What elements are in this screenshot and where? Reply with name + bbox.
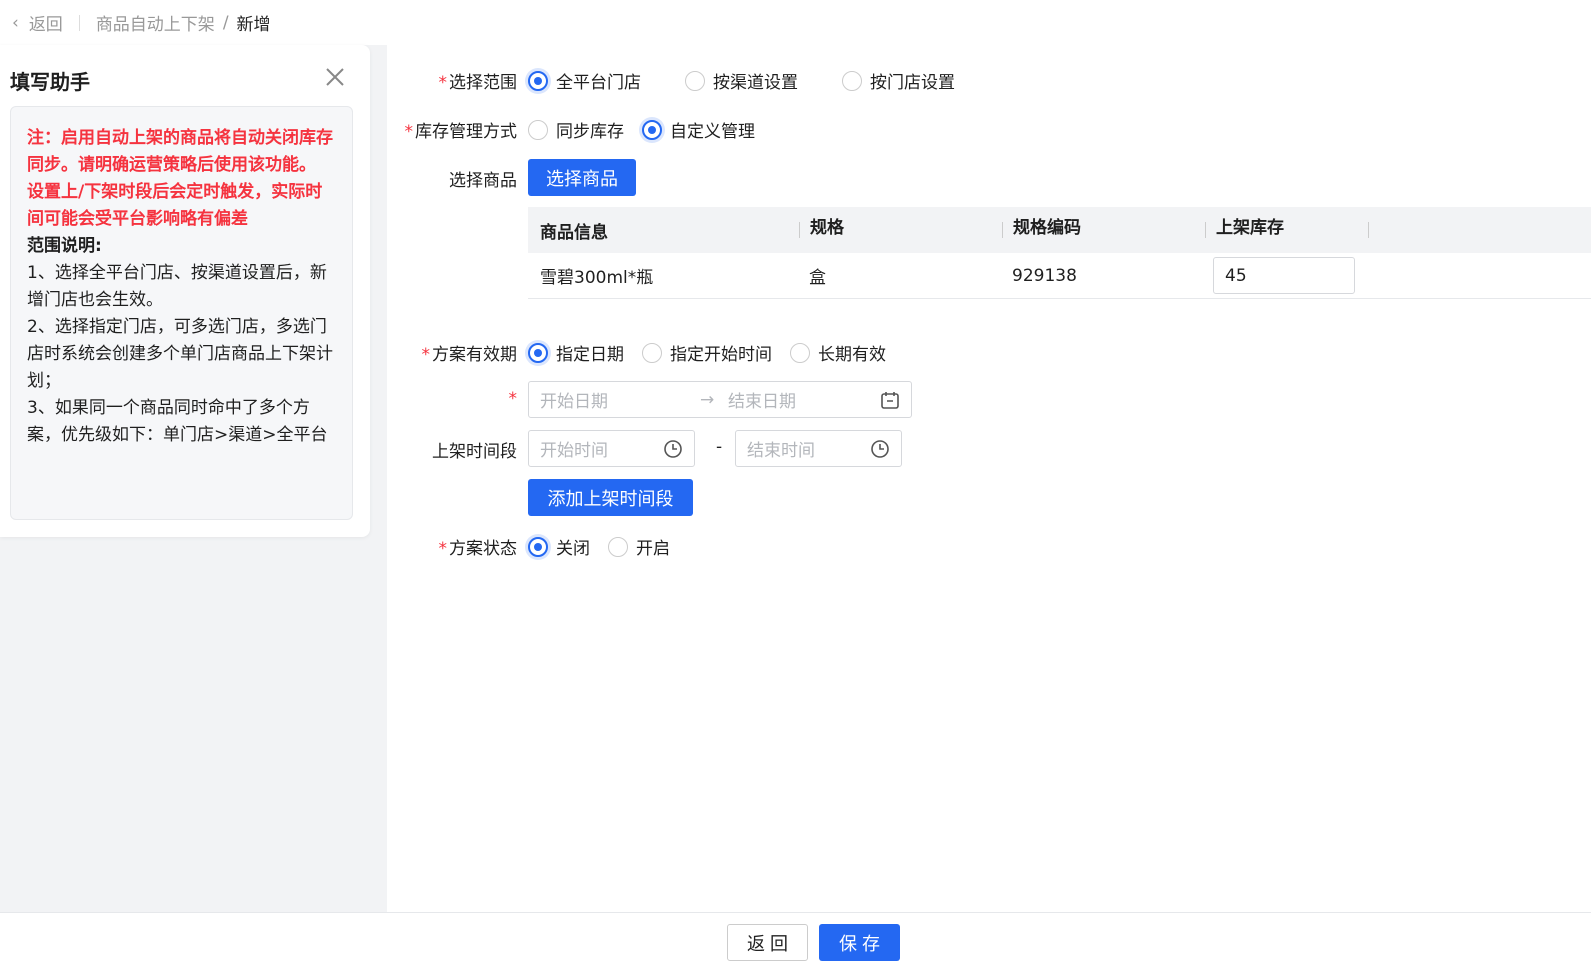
goods-label: 选择商品 <box>449 171 517 191</box>
stock-label: * 库存管理方式 <box>404 122 518 142</box>
back-link[interactable]: ‹ 返回 <box>12 10 63 36</box>
radio-start-time[interactable]: 指定开始时间 <box>642 340 772 365</box>
scope-item: 1、选择全平台门店、按渠道设置后，新增门店也会生效。 <box>27 263 327 310</box>
start-date-placeholder: 开始日期 <box>540 392 608 412</box>
clock-icon <box>871 439 889 458</box>
stock-radio-group: 同步库存 自定义管理 <box>528 117 781 142</box>
breadcrumb-separator: / <box>222 12 229 33</box>
date-range-picker[interactable]: 开始日期 → 结束日期 <box>528 381 912 418</box>
breadcrumb-parent[interactable]: 商品自动上下架 <box>96 10 215 35</box>
column-header: 规格编码 <box>1002 220 1205 238</box>
divider <box>78 14 80 31</box>
status-label: * 方案状态 <box>438 539 518 559</box>
radio-long-term[interactable]: 长期有效 <box>790 340 886 365</box>
column-header: 商品信息 <box>540 222 608 243</box>
end-time-placeholder: 结束时间 <box>747 441 815 461</box>
back-button[interactable]: 返 回 <box>727 924 808 961</box>
radio-status-off[interactable]: 关闭 <box>528 534 590 559</box>
select-goods-button[interactable]: 选择商品 <box>528 159 636 196</box>
table-row: 雪碧300ml*瓶 盒 929138 45 <box>528 253 1591 299</box>
column-header: 上架库存 <box>1205 220 1368 238</box>
table-header: 商品信息 规格 规格编码 上架库存 <box>528 207 1591 253</box>
end-time-picker[interactable]: 结束时间 <box>735 430 902 467</box>
radio-by-store[interactable]: 按门店设置 <box>842 68 955 93</box>
time-dash: - <box>716 437 723 457</box>
validity-radio-group: 指定日期 指定开始时间 长期有效 <box>528 340 912 365</box>
start-time-placeholder: 开始时间 <box>540 441 608 461</box>
scope-label: * 选择范围 <box>438 73 518 93</box>
cell-code: 929138 <box>1012 265 1077 286</box>
column-divider <box>1368 222 1369 238</box>
status-radio-group: 关闭 开启 <box>528 534 696 559</box>
scope-radio-group: 全平台门店 按渠道设置 按门店设置 <box>528 68 981 93</box>
validity-label: * 方案有效期 <box>421 345 518 365</box>
breadcrumb-current: 新增 <box>236 15 271 35</box>
clock-icon <box>664 439 682 458</box>
cell-spec: 盒 <box>809 268 826 288</box>
breadcrumb: ‹ 返回 商品自动上下架 / 新增 <box>0 0 1591 45</box>
radio-custom-stock[interactable]: 自定义管理 <box>642 117 755 142</box>
chevron-left-icon: ‹ <box>12 12 19 33</box>
end-date-placeholder: 结束日期 <box>728 392 796 412</box>
save-button[interactable]: 保 存 <box>819 924 900 961</box>
calendar-icon <box>881 391 899 409</box>
start-time-picker[interactable]: 开始时间 <box>528 430 695 467</box>
radio-all-stores[interactable]: 全平台门店 <box>528 68 641 93</box>
period-label: 上架时间段 <box>432 442 517 462</box>
radio-by-channel[interactable]: 按渠道设置 <box>685 68 798 93</box>
stock-input[interactable]: 45 <box>1213 257 1355 294</box>
required-mark: * <box>508 389 518 409</box>
cell-name: 雪碧300ml*瓶 <box>540 268 654 288</box>
column-header: 规格 <box>799 220 1002 238</box>
goods-table: 商品信息 规格 规格编码 上架库存 雪碧300ml*瓶 盒 929138 45 <box>528 207 1591 299</box>
radio-status-on[interactable]: 开启 <box>608 534 670 559</box>
radio-sync-stock[interactable]: 同步库存 <box>528 117 624 142</box>
scope-title: 范围说明: <box>27 236 102 256</box>
arrow-icon: → <box>700 389 715 410</box>
radio-date-range[interactable]: 指定日期 <box>528 340 624 365</box>
add-period-button[interactable]: 添加上架时间段 <box>528 479 693 516</box>
